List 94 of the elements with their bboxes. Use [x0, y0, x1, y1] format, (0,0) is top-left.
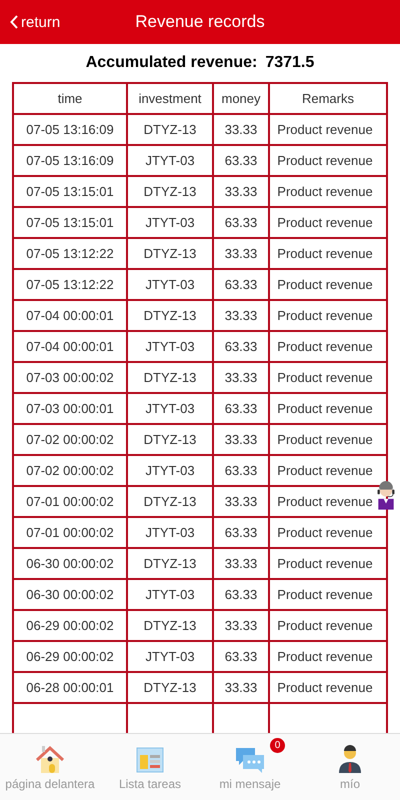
time-cell: 07-01 00:00:02 — [13, 517, 127, 548]
investment-cell: DTYZ-13 — [127, 486, 213, 517]
investment-cell: DTYZ-13 — [127, 672, 213, 703]
investment-cell: DTYZ-13 — [127, 424, 213, 455]
investment-cell: DTYZ-13 — [127, 548, 213, 579]
money-cell: 63.33 — [213, 207, 269, 238]
investment-cell: JTYT-03 — [127, 269, 213, 300]
money-cell: 63.33 — [213, 455, 269, 486]
time-cell: 07-02 00:00:02 — [13, 424, 127, 455]
time-cell: 07-04 00:00:01 — [13, 300, 127, 331]
investment-cell: JTYT-03 — [127, 517, 213, 548]
money-cell: 33.33 — [213, 300, 269, 331]
money-cell: 33.33 — [213, 114, 269, 145]
remarks-cell: Product revenue — [269, 393, 387, 424]
time-cell: 07-05 13:15:01 — [13, 176, 127, 207]
summary-value: 7371.5 — [265, 54, 314, 72]
investment-cell: DTYZ-13 — [127, 610, 213, 641]
column-header: money — [213, 83, 269, 114]
house-icon — [35, 744, 65, 774]
time-cell: 07-01 00:00:02 — [13, 486, 127, 517]
time-cell: 07-05 13:16:09 — [13, 145, 127, 176]
money-cell: 33.33 — [213, 610, 269, 641]
time-cell: 07-04 00:00:01 — [13, 331, 127, 362]
chat-bubbles-icon — [235, 746, 265, 774]
investment-cell: DTYZ-13 — [127, 238, 213, 269]
money-cell: 63.33 — [213, 331, 269, 362]
money-cell: 63.33 — [213, 641, 269, 672]
money-cell: 33.33 — [213, 362, 269, 393]
investment-cell: DTYZ-13 — [127, 362, 213, 393]
time-cell: 06-29 00:00:02 — [13, 610, 127, 641]
remarks-cell: Product revenue — [269, 269, 387, 300]
remarks-cell: Product revenue — [269, 610, 387, 641]
money-cell: 63.33 — [213, 145, 269, 176]
time-cell: 07-05 13:15:01 — [13, 207, 127, 238]
remarks-cell: Product revenue — [269, 300, 387, 331]
column-header: investment — [127, 83, 213, 114]
investment-cell: JTYT-03 — [127, 455, 213, 486]
money-cell: 33.33 — [213, 238, 269, 269]
money-cell: 63.33 — [213, 517, 269, 548]
money-cell: 33.33 — [213, 176, 269, 207]
investment-cell: JTYT-03 — [127, 579, 213, 610]
money-cell: 63.33 — [213, 269, 269, 300]
remarks-cell: Product revenue — [269, 176, 387, 207]
investment-cell: JTYT-03 — [127, 207, 213, 238]
nav-tab[interactable]: 0 mi mensaje — [200, 734, 300, 800]
remarks-cell: Product revenue — [269, 641, 387, 672]
remarks-cell: Product revenue — [269, 114, 387, 145]
time-cell: 07-05 13:12:22 — [13, 238, 127, 269]
remarks-cell: Product revenue — [269, 548, 387, 579]
summary-label: Accumulated revenue: — [86, 54, 258, 72]
investment-cell: DTYZ-13 — [127, 176, 213, 207]
money-cell: 63.33 — [213, 393, 269, 424]
investment-cell: JTYT-03 — [127, 145, 213, 176]
remarks-cell: Product revenue — [269, 145, 387, 176]
investment-cell: DTYZ-13 — [127, 114, 213, 145]
remarks-cell: Product revenue — [269, 579, 387, 610]
investment-cell: JTYT-03 — [127, 393, 213, 424]
investment-cell: DTYZ-13 — [127, 300, 213, 331]
nav-tab[interactable]: mío — [300, 734, 400, 800]
investment-cell: JTYT-03 — [127, 331, 213, 362]
person-icon — [338, 744, 362, 774]
time-cell: 07-05 13:16:09 — [13, 114, 127, 145]
time-cell: 06-28 00:00:01 — [13, 672, 127, 703]
time-cell: 07-02 00:00:02 — [13, 455, 127, 486]
unread-count-badge: 0 — [270, 738, 285, 752]
page-title: Revenue records — [135, 12, 265, 32]
task-list-icon — [136, 746, 164, 774]
remarks-cell: Product revenue — [269, 207, 387, 238]
money-cell: 33.33 — [213, 486, 269, 517]
back-chevron-icon — [10, 15, 18, 29]
back-label: return — [21, 14, 60, 30]
support-agent-icon[interactable] — [376, 480, 396, 510]
time-cell: 06-30 00:00:02 — [13, 548, 127, 579]
investment-cell: JTYT-03 — [127, 641, 213, 672]
time-cell: 07-05 13:12:22 — [13, 269, 127, 300]
back-button[interactable]: return — [10, 0, 60, 44]
remarks-cell: Product revenue — [269, 424, 387, 455]
remarks-cell: Product revenue — [269, 331, 387, 362]
money-cell: 33.33 — [213, 548, 269, 579]
time-cell: 07-03 00:00:01 — [13, 393, 127, 424]
time-cell: 06-29 00:00:02 — [13, 641, 127, 672]
money-cell: 63.33 — [213, 579, 269, 610]
column-header: time — [13, 83, 127, 114]
remarks-cell: Product revenue — [269, 238, 387, 269]
money-cell: 33.33 — [213, 424, 269, 455]
money-cell: 33.33 — [213, 672, 269, 703]
remarks-cell: Product revenue — [269, 517, 387, 548]
nav-tab[interactable]: página delantera — [0, 734, 100, 800]
time-cell: 07-03 00:00:02 — [13, 362, 127, 393]
nav-tab[interactable]: Lista tareas — [100, 734, 200, 800]
remarks-cell: Product revenue — [269, 362, 387, 393]
time-cell: 06-30 00:00:02 — [13, 579, 127, 610]
remarks-cell: Product revenue — [269, 672, 387, 703]
column-header: Remarks — [269, 83, 387, 114]
